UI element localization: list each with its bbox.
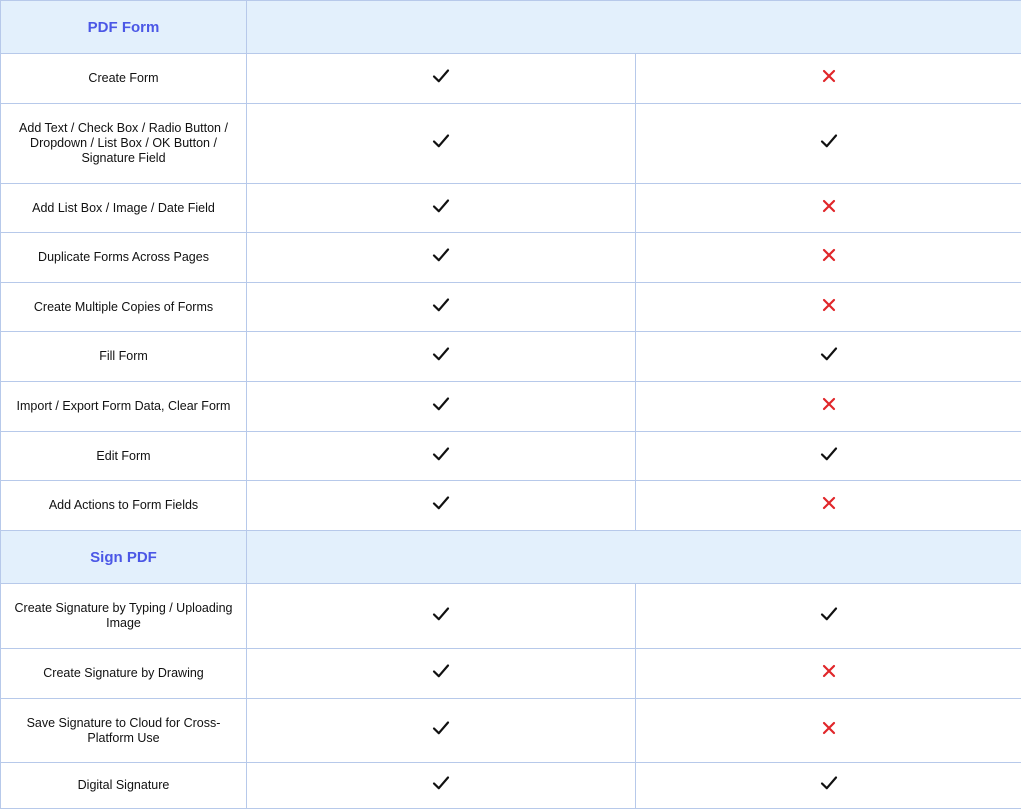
check-icon bbox=[432, 775, 450, 796]
cross-icon bbox=[822, 496, 836, 515]
table-row: Duplicate Forms Across Pages bbox=[1, 233, 1021, 283]
table-row: Digital Signature bbox=[1, 763, 1021, 809]
table-row: Add Text / Check Box / Radio Button / Dr… bbox=[1, 104, 1021, 184]
feature-label: Digital Signature bbox=[1, 763, 247, 809]
support-cell-1 bbox=[247, 283, 636, 332]
support-cell-1 bbox=[247, 332, 636, 382]
support-cell-1 bbox=[247, 184, 636, 233]
feature-label: Edit Form bbox=[1, 432, 247, 481]
support-cell-2 bbox=[636, 584, 1021, 649]
support-cell-2 bbox=[636, 649, 1021, 699]
section-header-fill bbox=[247, 531, 1021, 584]
table-row: Create Signature by Typing / Uploading I… bbox=[1, 584, 1021, 649]
table-row: Import / Export Form Data, Clear Form bbox=[1, 382, 1021, 432]
feature-label: Create Signature by Drawing bbox=[1, 649, 247, 699]
feature-label: Add Text / Check Box / Radio Button / Dr… bbox=[1, 104, 247, 184]
check-icon bbox=[820, 775, 838, 796]
support-cell-2 bbox=[636, 283, 1021, 332]
support-cell-2 bbox=[636, 481, 1021, 531]
feature-label: Duplicate Forms Across Pages bbox=[1, 233, 247, 283]
cross-icon bbox=[822, 248, 836, 267]
support-cell-1 bbox=[247, 233, 636, 283]
section-title: PDF Form bbox=[1, 1, 247, 54]
feature-label: Add List Box / Image / Date Field bbox=[1, 184, 247, 233]
check-icon bbox=[432, 198, 450, 219]
table-row: Create Multiple Copies of Forms bbox=[1, 283, 1021, 332]
cross-icon bbox=[822, 199, 836, 218]
support-cell-2 bbox=[636, 763, 1021, 809]
support-cell-2 bbox=[636, 54, 1021, 104]
support-cell-1 bbox=[247, 382, 636, 432]
support-cell-1 bbox=[247, 54, 636, 104]
feature-label: Fill Form bbox=[1, 332, 247, 382]
cross-icon bbox=[822, 298, 836, 317]
table-row: Save Signature to Cloud for Cross-Platfo… bbox=[1, 699, 1021, 763]
support-cell-2 bbox=[636, 233, 1021, 283]
table-row: Fill Form bbox=[1, 332, 1021, 382]
support-cell-1 bbox=[247, 763, 636, 809]
cross-icon bbox=[822, 721, 836, 740]
check-icon bbox=[820, 446, 838, 467]
check-icon bbox=[432, 720, 450, 741]
support-cell-2 bbox=[636, 332, 1021, 382]
check-icon bbox=[432, 663, 450, 684]
support-cell-2 bbox=[636, 104, 1021, 184]
section-header: PDF Form bbox=[1, 1, 1021, 54]
feature-label: Create Signature by Typing / Uploading I… bbox=[1, 584, 247, 649]
support-cell-2 bbox=[636, 432, 1021, 481]
feature-label: Create Form bbox=[1, 54, 247, 104]
feature-label: Create Multiple Copies of Forms bbox=[1, 283, 247, 332]
cross-icon bbox=[822, 664, 836, 683]
section-header: Sign PDF bbox=[1, 531, 1021, 584]
table-row: Create Signature by Drawing bbox=[1, 649, 1021, 699]
check-icon bbox=[820, 606, 838, 627]
support-cell-2 bbox=[636, 184, 1021, 233]
check-icon bbox=[432, 606, 450, 627]
support-cell-2 bbox=[636, 382, 1021, 432]
table-row: Add List Box / Image / Date Field bbox=[1, 184, 1021, 233]
support-cell-1 bbox=[247, 584, 636, 649]
feature-label: Import / Export Form Data, Clear Form bbox=[1, 382, 247, 432]
check-icon bbox=[432, 346, 450, 367]
support-cell-2 bbox=[636, 699, 1021, 763]
check-icon bbox=[432, 495, 450, 516]
table-row: Edit Form bbox=[1, 432, 1021, 481]
check-icon bbox=[432, 297, 450, 318]
check-icon bbox=[820, 133, 838, 154]
support-cell-1 bbox=[247, 104, 636, 184]
check-icon bbox=[432, 133, 450, 154]
cross-icon bbox=[822, 397, 836, 416]
check-icon bbox=[432, 68, 450, 89]
feature-comparison-table: PDF FormCreate FormAdd Text / Check Box … bbox=[0, 0, 1021, 809]
cross-icon bbox=[822, 69, 836, 88]
support-cell-1 bbox=[247, 481, 636, 531]
table-row: Create Form bbox=[1, 54, 1021, 104]
check-icon bbox=[432, 247, 450, 268]
check-icon bbox=[432, 446, 450, 467]
support-cell-1 bbox=[247, 699, 636, 763]
support-cell-1 bbox=[247, 649, 636, 699]
table-row: Add Actions to Form Fields bbox=[1, 481, 1021, 531]
support-cell-1 bbox=[247, 432, 636, 481]
check-icon bbox=[820, 346, 838, 367]
feature-label: Save Signature to Cloud for Cross-Platfo… bbox=[1, 699, 247, 763]
feature-label: Add Actions to Form Fields bbox=[1, 481, 247, 531]
section-title: Sign PDF bbox=[1, 531, 247, 584]
check-icon bbox=[432, 396, 450, 417]
section-header-fill bbox=[247, 1, 1021, 54]
